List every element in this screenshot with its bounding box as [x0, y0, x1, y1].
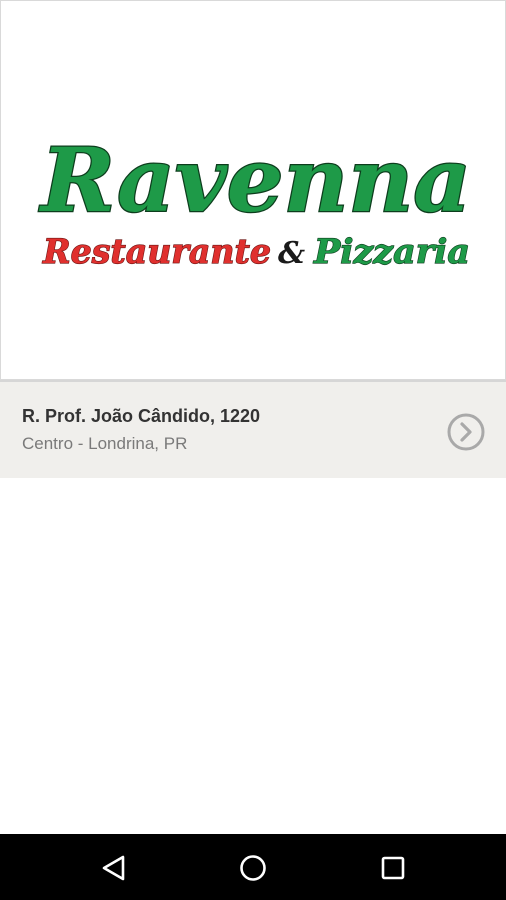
logo-subtitle-pizzaria: Pizzaria	[313, 232, 470, 272]
restaurant-logo: Ravenna Restaurante & Pizzaria	[37, 127, 473, 273]
logo-title: Ravenna	[38, 128, 471, 232]
system-navigation-bar	[0, 834, 506, 900]
logo-subtitle-restaurante: Restaurante	[42, 232, 271, 272]
home-circle-icon[interactable]	[233, 848, 273, 888]
logo-panel: Ravenna Restaurante & Pizzaria	[0, 0, 506, 380]
address-street: R. Prof. João Cândido, 1220	[22, 406, 261, 426]
back-triangle-icon[interactable]	[94, 848, 134, 888]
recents-square-icon[interactable]	[373, 848, 413, 888]
address-city: Centro - Londrina, PR	[22, 434, 188, 453]
chevron-right-circle-icon[interactable]	[446, 412, 486, 452]
logo-ampersand: &	[278, 236, 305, 271]
address-row[interactable]: R. Prof. João Cândido, 1220 Centro - Lon…	[0, 382, 506, 478]
